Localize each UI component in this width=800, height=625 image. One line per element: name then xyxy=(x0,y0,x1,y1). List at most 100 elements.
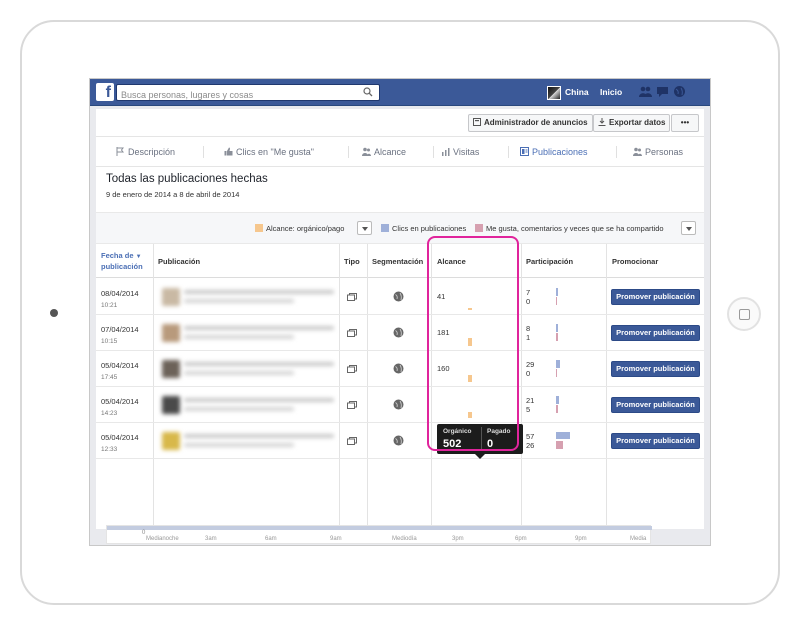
insights-tabs: Descripción Clics en "Me gusta" Alcance … xyxy=(96,137,704,167)
column-engagement: Participación xyxy=(526,256,574,266)
post-thumbnail[interactable] xyxy=(162,396,180,414)
post-text-blurred[interactable] xyxy=(184,299,294,303)
export-data-button[interactable]: Exportar datos xyxy=(593,114,671,132)
engagement-clicks-value: 7 xyxy=(526,288,531,297)
sort-arrow-icon[interactable]: ▼ xyxy=(136,254,142,260)
table-row[interactable]: 05/04/2014 12:33 502 57 26 Promover publ… xyxy=(96,423,704,459)
promote-post-button[interactable]: Promover publicación xyxy=(611,433,700,449)
post-text-blurred[interactable] xyxy=(184,407,294,411)
timeline-label: Medianoche xyxy=(146,536,179,542)
post-text-blurred[interactable] xyxy=(184,335,294,339)
tab-reach[interactable]: Alcance xyxy=(362,137,406,167)
promote-post-button[interactable]: Promover publicación xyxy=(611,325,700,341)
post-text-blurred[interactable] xyxy=(184,362,334,366)
post-text-blurred[interactable] xyxy=(184,398,334,402)
tab-label: Personas xyxy=(645,147,684,157)
tab-divider xyxy=(433,146,434,158)
engagement-likes-bar xyxy=(556,441,563,449)
engagement-clicks-value: 8 xyxy=(526,324,531,333)
table-row[interactable]: 05/04/2014 14:23 21 5 Promover publicaci… xyxy=(96,387,704,423)
column-post: Publicación xyxy=(158,256,201,266)
timeline-label: 6pm xyxy=(515,536,527,542)
engagement-clicks-value: 57 xyxy=(526,432,535,441)
post-date: 08/04/2014 10:21 xyxy=(101,288,139,311)
post-type-icon xyxy=(347,401,357,409)
promote-post-button[interactable]: Promover publicación xyxy=(611,361,700,377)
page-title: Todas las publicaciones hechas xyxy=(106,173,268,185)
engagement-clicks-bar xyxy=(556,324,558,332)
more-options-button[interactable]: ••• xyxy=(671,114,699,132)
tab-divider xyxy=(616,146,617,158)
timeline-label: 9am xyxy=(330,536,342,542)
profile-link[interactable]: China xyxy=(565,87,589,97)
engagement-metric-dropdown[interactable] xyxy=(681,221,696,235)
timeline-label: 3pm xyxy=(452,536,464,542)
export-data-label: Exportar datos xyxy=(609,118,666,127)
post-date: 05/04/2014 14:23 xyxy=(101,396,139,419)
column-date[interactable]: Fecha de ▼ publicación xyxy=(101,244,156,278)
ads-manager-icon xyxy=(473,118,481,126)
post-thumbnail[interactable] xyxy=(162,288,180,306)
bar-chart-icon xyxy=(442,148,450,156)
reach-value: 181 xyxy=(437,328,450,337)
post-text-blurred[interactable] xyxy=(184,434,334,438)
search-box[interactable] xyxy=(116,84,380,103)
post-time: 17:45 xyxy=(101,374,118,381)
globe-icon xyxy=(393,435,404,446)
timeline-label: 3am xyxy=(205,536,217,542)
post-thumbnail[interactable] xyxy=(162,324,180,342)
ads-manager-button[interactable]: Administrador de anuncios xyxy=(468,114,593,132)
post-date-value: 05/04/2014 xyxy=(101,361,139,370)
post-text-blurred[interactable] xyxy=(184,290,334,294)
timeline-label: Media xyxy=(630,536,647,542)
tab-people[interactable]: Personas xyxy=(633,137,683,167)
home-link[interactable]: Inicio xyxy=(600,87,622,97)
thumbs-up-icon xyxy=(224,147,233,156)
post-text-blurred[interactable] xyxy=(184,371,294,375)
toolbar: Administrador de anuncios Exportar datos… xyxy=(96,109,704,137)
timeline-label: 6am xyxy=(265,536,277,542)
messages-icon[interactable] xyxy=(656,85,669,98)
tab-divider xyxy=(203,146,204,158)
tab-label: Publicaciones xyxy=(532,147,588,157)
tablet-home-button[interactable] xyxy=(727,297,761,331)
engagement-clicks-value: 29 xyxy=(526,360,535,369)
globe-icon[interactable] xyxy=(673,85,686,98)
engagement-likes-value: 5 xyxy=(526,405,531,414)
tab-likes[interactable]: Clics en "Me gusta" xyxy=(224,137,314,167)
timeline-bar xyxy=(107,526,652,530)
tab-divider xyxy=(348,146,349,158)
flag-icon xyxy=(116,147,124,156)
insights-panel: Administrador de anuncios Exportar datos… xyxy=(96,109,704,529)
reach-metric-dropdown[interactable] xyxy=(357,221,372,235)
legend-reach-swatch xyxy=(255,224,263,232)
search-icon[interactable] xyxy=(363,87,373,97)
search-input[interactable] xyxy=(117,87,357,103)
post-thumbnail[interactable] xyxy=(162,360,180,378)
promote-post-button[interactable]: Promover publicación xyxy=(611,397,700,413)
tab-posts[interactable]: Publicaciones xyxy=(520,137,588,167)
facebook-logo[interactable]: f xyxy=(96,83,114,101)
reach-bar-organic xyxy=(468,375,472,382)
post-thumbnail[interactable] xyxy=(162,432,180,450)
posts-icon xyxy=(520,147,529,156)
table-row[interactable]: 05/04/2014 17:45 160 29 0 Promover publi… xyxy=(96,351,704,387)
engagement-clicks-bar xyxy=(556,396,559,404)
promote-post-button[interactable]: Promover publicación xyxy=(611,289,700,305)
post-text-blurred[interactable] xyxy=(184,326,334,330)
post-type-icon xyxy=(347,365,357,373)
post-time: 14:23 xyxy=(101,410,118,417)
table-row[interactable]: 08/04/2014 10:21 41 7 0 Promover publica… xyxy=(96,279,704,315)
tab-visits[interactable]: Visitas xyxy=(441,137,479,167)
tab-overview[interactable]: Descripción xyxy=(116,137,175,167)
legend-likes: Me gusta, comentarios y veces que se ha … xyxy=(475,224,664,233)
friend-requests-icon[interactable] xyxy=(639,85,652,98)
people-icon xyxy=(362,147,371,156)
ads-manager-label: Administrador de anuncios xyxy=(484,118,588,127)
reach-tooltip: Orgánico 502 Pagado 0 xyxy=(437,424,523,454)
avatar[interactable] xyxy=(547,86,561,100)
post-text-blurred[interactable] xyxy=(184,443,294,447)
post-date-value: 05/04/2014 xyxy=(101,433,139,442)
table-row[interactable]: 07/04/2014 10:15 181 8 1 Promover public… xyxy=(96,315,704,351)
timeline-zero: 0 xyxy=(142,530,146,536)
